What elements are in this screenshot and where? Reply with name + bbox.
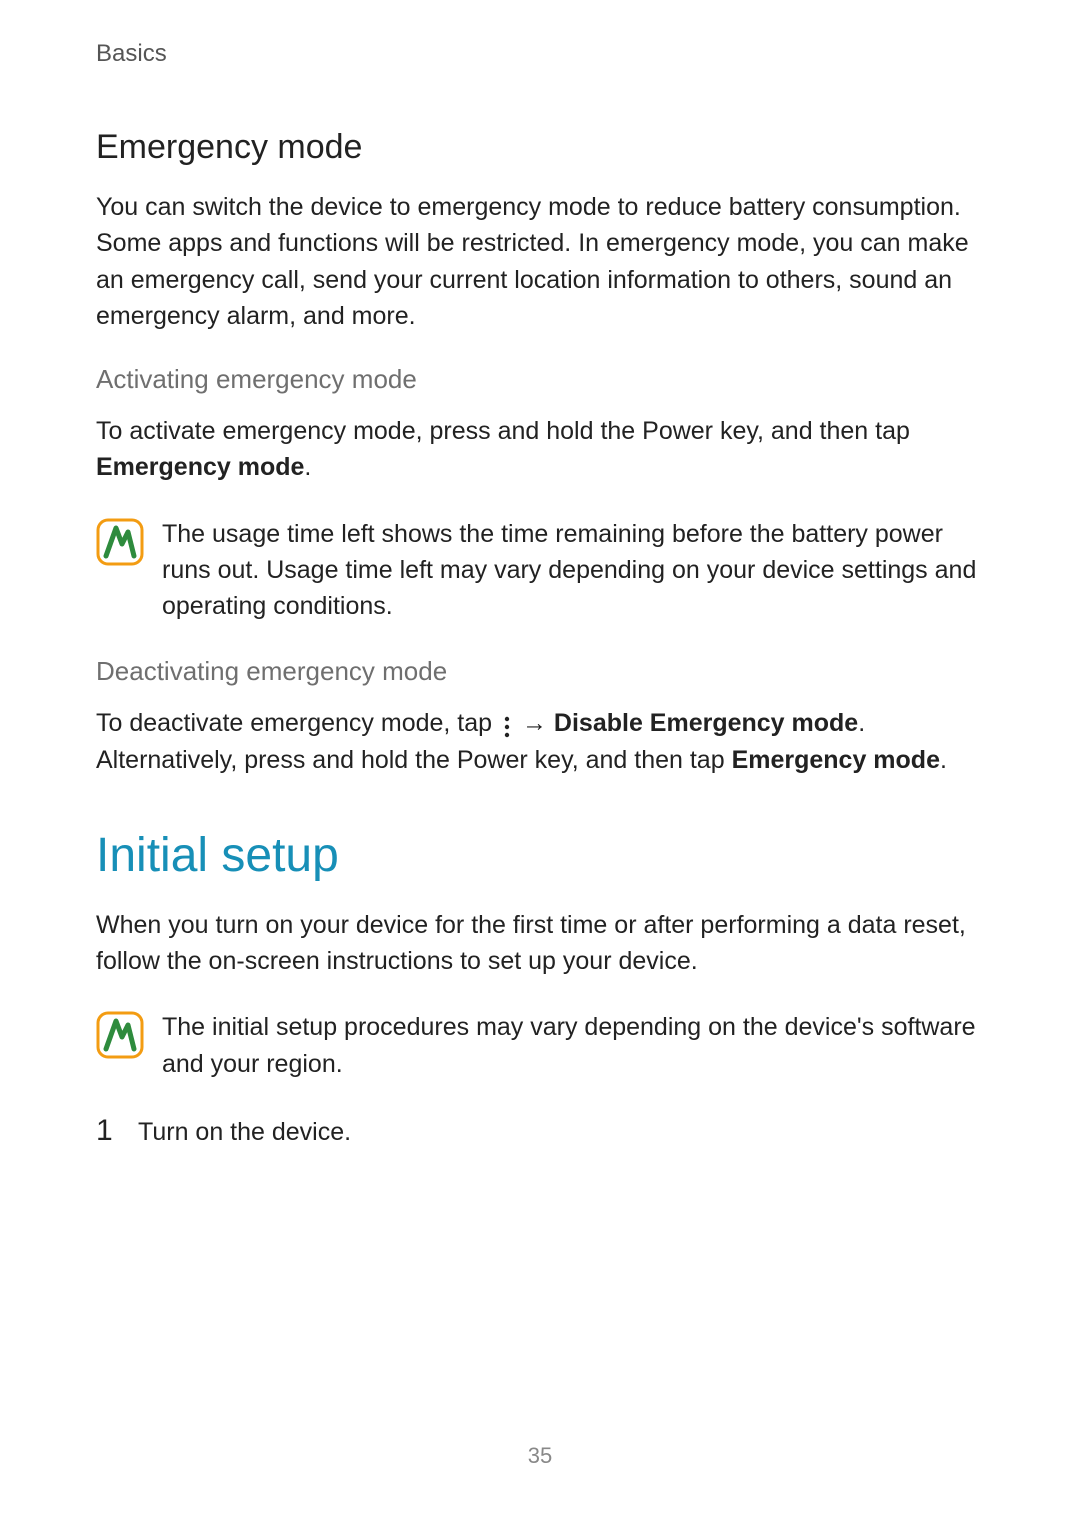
note-block: The initial setup procedures may vary de… bbox=[96, 1009, 984, 1082]
text-segment: To deactivate emergency mode, tap bbox=[96, 709, 499, 737]
step-row: 1 Turn on the device. bbox=[96, 1114, 984, 1148]
text-segment: . bbox=[940, 746, 947, 774]
emergency-intro: You can switch the device to emergency m… bbox=[96, 189, 984, 334]
note-icon bbox=[96, 518, 144, 566]
heading-emergency-mode: Emergency mode bbox=[96, 128, 984, 167]
text-segment: To activate emergency mode, press and ho… bbox=[96, 417, 910, 445]
text-segment: . bbox=[304, 453, 311, 481]
note-icon bbox=[96, 1011, 144, 1059]
note-block: The usage time left shows the time remai… bbox=[96, 516, 984, 625]
heading-deactivate: Deactivating emergency mode bbox=[96, 656, 984, 687]
activate-instructions: To activate emergency mode, press and ho… bbox=[96, 413, 984, 486]
deactivate-instructions: To deactivate emergency mode, tap → Disa… bbox=[96, 705, 984, 778]
text-segment: → bbox=[515, 709, 554, 737]
note-text: The initial setup procedures may vary de… bbox=[162, 1009, 984, 1082]
ui-label-emergency-mode: Emergency mode bbox=[732, 746, 940, 774]
step-number: 1 bbox=[96, 1114, 120, 1148]
note-text: The usage time left shows the time remai… bbox=[162, 516, 984, 625]
page-number: 35 bbox=[0, 1443, 1080, 1469]
ui-label-emergency-mode: Emergency mode bbox=[96, 453, 304, 481]
more-options-icon bbox=[499, 712, 515, 734]
step-text: Turn on the device. bbox=[138, 1118, 351, 1147]
chapter-label: Basics bbox=[96, 40, 984, 68]
heading-activate: Activating emergency mode bbox=[96, 364, 984, 395]
heading-initial-setup: Initial setup bbox=[96, 828, 984, 883]
ui-label-disable-emergency: Disable Emergency mode bbox=[554, 709, 858, 737]
manual-page: Basics Emergency mode You can switch the… bbox=[0, 0, 1080, 1527]
initial-setup-intro: When you turn on your device for the fir… bbox=[96, 907, 984, 980]
